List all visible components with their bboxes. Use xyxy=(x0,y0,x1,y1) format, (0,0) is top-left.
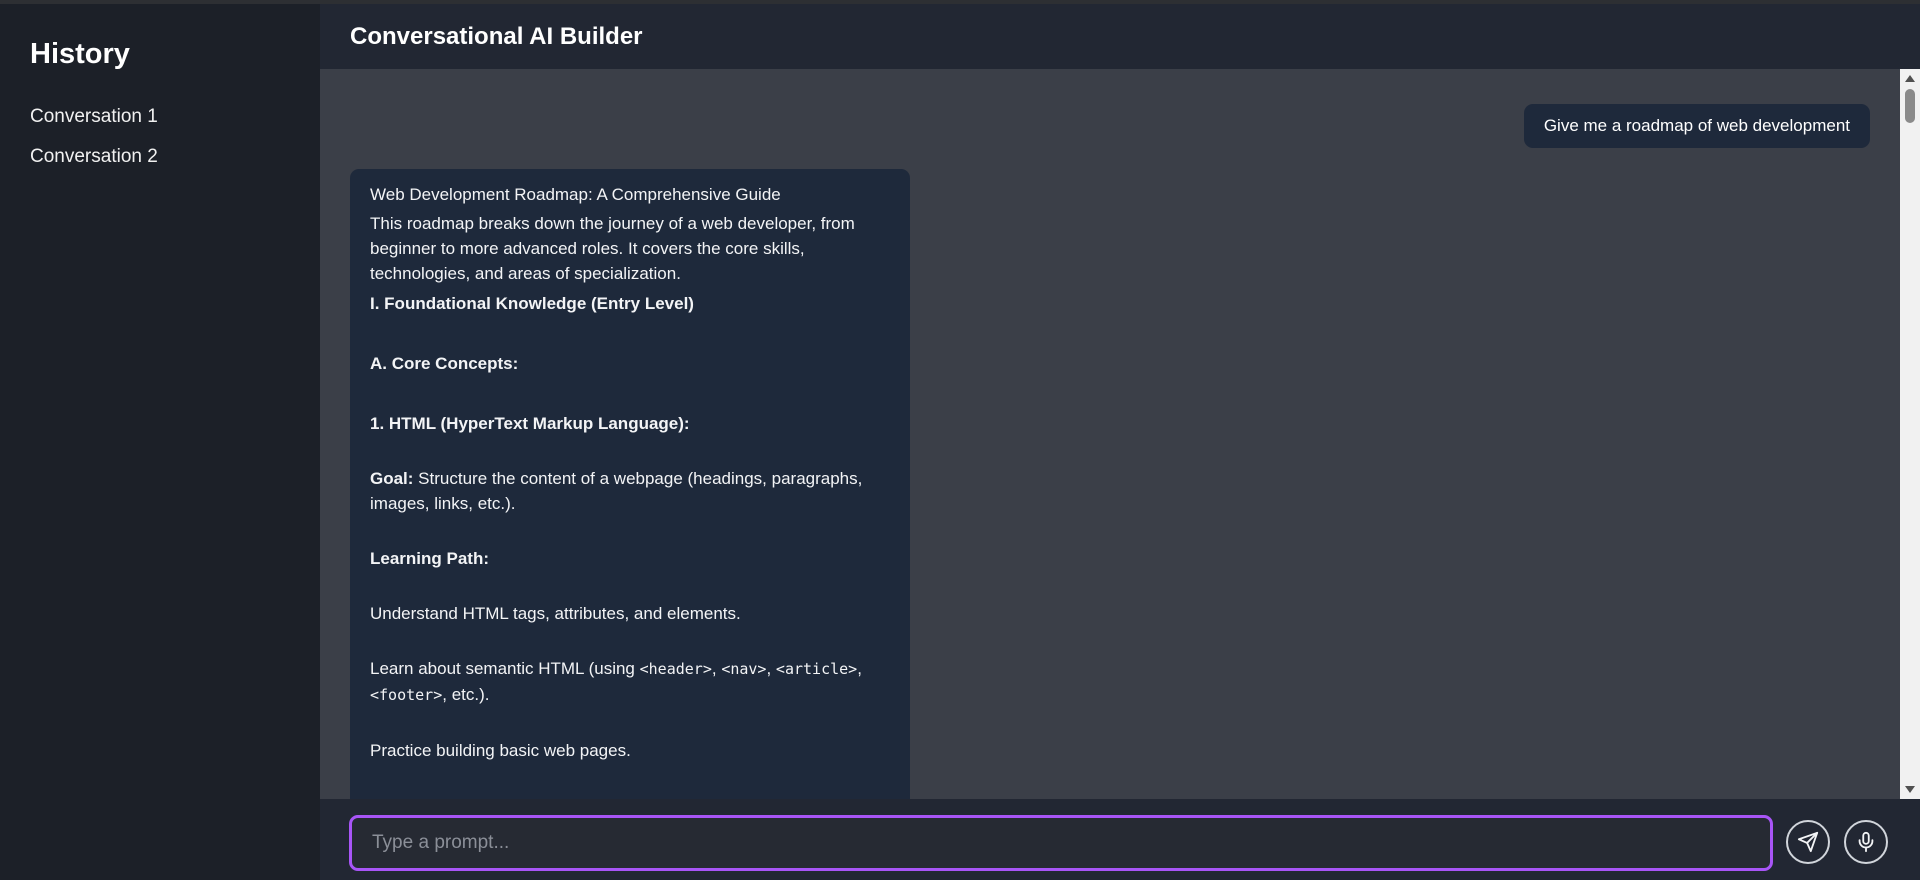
app-title: Conversational AI Builder xyxy=(350,22,643,50)
code-inline: <article> xyxy=(775,660,858,678)
lp-text: , xyxy=(857,659,862,678)
learning-path-item: Learn about semantic HTML (using <header… xyxy=(370,656,890,708)
lp-text: Learn about semantic HTML (using xyxy=(370,659,640,678)
chat-scrollbar[interactable] xyxy=(1900,69,1920,799)
app-header: Conversational AI Builder xyxy=(320,4,1920,69)
prompt-input[interactable] xyxy=(349,815,1773,871)
scroll-up-arrow-icon[interactable] xyxy=(1905,75,1915,82)
scroll-thumb[interactable] xyxy=(1905,89,1915,123)
input-bar xyxy=(320,799,1920,880)
send-icon xyxy=(1797,831,1819,853)
code-inline: <footer> xyxy=(370,686,443,704)
code-inline: <nav> xyxy=(721,660,767,678)
goal-label: Goal: xyxy=(370,469,414,488)
response-intro: This roadmap breaks down the journey of … xyxy=(370,214,855,283)
send-button[interactable] xyxy=(1786,820,1830,864)
goal-paragraph: Goal: Structure the content of a webpage… xyxy=(370,466,890,516)
chat-area: Give me a roadmap of web development Web… xyxy=(320,69,1900,799)
user-message-bubble: Give me a roadmap of web development xyxy=(1523,104,1870,148)
lp-text: , etc.). xyxy=(442,685,490,704)
scroll-down-arrow-icon[interactable] xyxy=(1905,786,1915,793)
subsection-heading: A. Core Concepts: xyxy=(370,354,519,373)
main-panel: Conversational AI Builder Give me a road… xyxy=(320,4,1920,880)
learning-path-item: Understand HTML tags, attributes, and el… xyxy=(370,604,741,623)
code-inline: <header> xyxy=(639,660,712,678)
learning-path-item: Practice building basic web pages. xyxy=(370,741,631,760)
microphone-icon xyxy=(1858,831,1874,853)
lp-text: , xyxy=(711,659,722,678)
microphone-button[interactable] xyxy=(1844,820,1888,864)
sidebar-title: History xyxy=(30,38,130,70)
sidebar-item-conversation-2[interactable]: Conversation 2 xyxy=(30,137,290,177)
learning-path-label: Learning Path: xyxy=(370,549,490,568)
goal-text: Structure the content of a webpage (head… xyxy=(370,469,863,513)
sidebar-item-conversation-1[interactable]: Conversation 1 xyxy=(30,97,290,137)
response-title: Web Development Roadmap: A Comprehensive… xyxy=(370,185,781,204)
lp-text: , xyxy=(766,659,776,678)
history-sidebar: History Conversation 1 Conversation 2 xyxy=(0,4,320,880)
section-heading: I. Foundational Knowledge (Entry Level) xyxy=(370,294,694,313)
assistant-message-bubble: Web Development Roadmap: A Comprehensive… xyxy=(350,169,910,799)
item-heading: 1. HTML (HyperText Markup Language): xyxy=(370,414,690,433)
